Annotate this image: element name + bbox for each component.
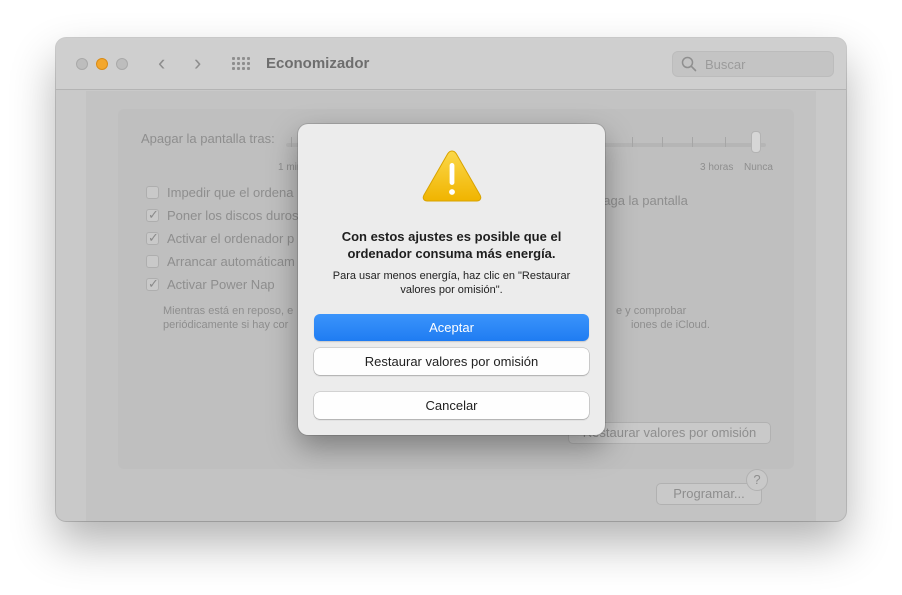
prevent-sleep-label: Impedir que el ordena <box>167 185 294 200</box>
help-button[interactable]: ? <box>746 469 768 491</box>
dialog-message: Para usar menos energía, haz clic en "Re… <box>332 270 571 296</box>
search-placeholder: Buscar <box>705 57 746 72</box>
close-window-button[interactable] <box>76 58 88 70</box>
prevent-sleep-checkbox[interactable] <box>146 186 159 199</box>
power-nap-label: Activar Power Nap <box>167 277 275 292</box>
minimize-window-button[interactable] <box>96 58 108 70</box>
auto-restart-option[interactable]: Arrancar automáticam <box>146 254 295 269</box>
warning-icon <box>422 150 482 202</box>
title-bar: ‹ › Economizador Buscar <box>56 38 846 90</box>
slider-tick <box>662 137 663 147</box>
wake-network-checkbox[interactable] <box>146 230 159 246</box>
cancel-button[interactable]: Cancelar <box>314 392 589 419</box>
dialog-title: Con estos ajustes es posible que el orde… <box>341 229 562 261</box>
back-arrow-icon[interactable]: ‹ <box>158 52 165 74</box>
zoom-window-button[interactable] <box>116 58 128 70</box>
slider-knob[interactable] <box>751 131 761 153</box>
prevent-sleep-option[interactable]: Impedir que el ordena <box>146 185 293 200</box>
slider-tick <box>632 137 633 147</box>
slider-tick <box>291 137 292 147</box>
disk-sleep-option[interactable]: Poner los discos duros <box>146 207 299 223</box>
search-icon <box>681 56 697 72</box>
power-nap-checkbox[interactable] <box>146 276 159 292</box>
turn-off-display-label: Apagar la pantalla tras: <box>141 131 275 146</box>
prevent-sleep-label-end: paga la pantalla <box>596 193 688 208</box>
disk-sleep-label: Poner los discos duros <box>167 208 299 223</box>
power-nap-description-1: Mientras está en reposo, e <box>163 305 294 317</box>
power-nap-description-4: iones de iCloud. <box>631 319 710 331</box>
forward-arrow-icon[interactable]: › <box>194 52 201 74</box>
slider-tick <box>725 137 726 147</box>
schedule-button[interactable]: Programar... <box>656 483 762 505</box>
restore-defaults-dialog-button[interactable]: Restaurar valores por omisión <box>314 348 589 375</box>
slider-tick <box>692 137 693 147</box>
disk-sleep-checkbox[interactable] <box>146 207 159 223</box>
window-title: Economizador <box>266 55 370 72</box>
power-nap-description-2: periódicamente si hay cor <box>163 319 289 331</box>
slider-label-3h: 3 horas <box>700 162 734 173</box>
energy-warning-dialog: Con estos ajustes es posible que el orde… <box>298 124 605 435</box>
accept-button[interactable]: Aceptar <box>314 314 589 341</box>
wake-network-label: Activar el ordenador p <box>167 231 295 246</box>
search-field[interactable]: Buscar <box>672 51 834 77</box>
power-nap-option[interactable]: Activar Power Nap <box>146 276 275 292</box>
show-all-grid-icon[interactable] <box>232 57 250 71</box>
slider-label-never: Nunca <box>744 162 773 173</box>
auto-restart-checkbox[interactable] <box>146 255 159 268</box>
power-nap-description-3: e y comprobar <box>616 305 687 317</box>
wake-network-option[interactable]: Activar el ordenador p <box>146 230 295 246</box>
auto-restart-label: Arrancar automáticam <box>167 254 295 269</box>
